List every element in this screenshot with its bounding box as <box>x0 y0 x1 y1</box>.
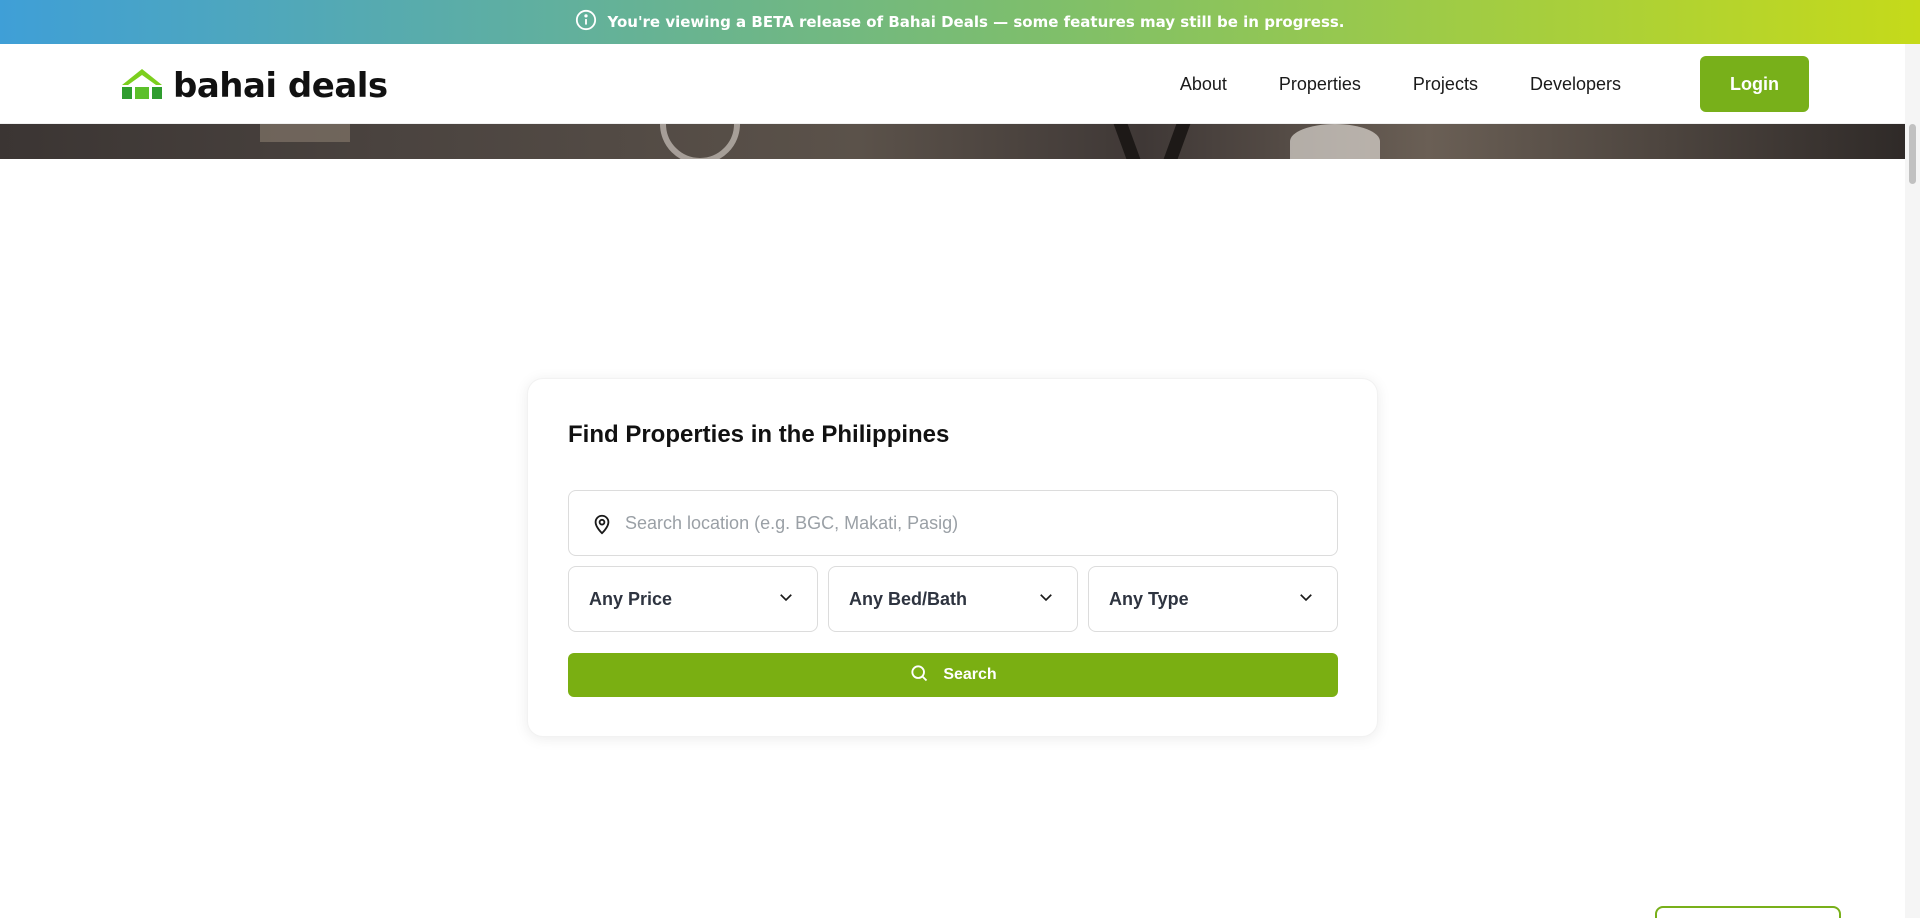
section-action-button[interactable] <box>1655 906 1841 918</box>
nav-about[interactable]: About <box>1154 74 1253 95</box>
search-button[interactable]: Search <box>568 653 1338 697</box>
location-search-input[interactable] <box>625 491 1325 555</box>
search-button-label: Search <box>943 666 997 683</box>
search-title: Find Properties in the Philippines <box>568 421 950 448</box>
login-button[interactable]: Login <box>1700 56 1809 112</box>
chevron-down-icon <box>777 588 795 610</box>
filter-row: Any Price Any Bed/Bath Any Type <box>568 566 1338 632</box>
logo[interactable]: bahai deals <box>117 66 388 106</box>
main-nav: About Properties Projects Developers <box>1154 44 1647 124</box>
nav-developers[interactable]: Developers <box>1504 74 1647 95</box>
search-card: Find Properties in the Philippines Any P… <box>527 378 1378 737</box>
info-icon <box>575 9 597 35</box>
hero-image <box>0 124 1905 159</box>
price-select-value: Any Price <box>589 588 673 609</box>
bed-bath-select-value: Any Bed/Bath <box>849 588 968 609</box>
type-select-value: Any Type <box>1109 588 1189 609</box>
house-logo-icon <box>117 67 167 105</box>
beta-banner: You're viewing a BETA release of Bahai D… <box>0 0 1920 44</box>
nav-properties[interactable]: Properties <box>1253 74 1387 95</box>
scrollbar[interactable] <box>1905 44 1920 918</box>
bed-bath-select[interactable]: Any Bed/Bath <box>828 566 1078 632</box>
nav-projects[interactable]: Projects <box>1387 74 1504 95</box>
type-select[interactable]: Any Type <box>1088 566 1338 632</box>
price-select[interactable]: Any Price <box>568 566 818 632</box>
beta-banner-text: You're viewing a BETA release of Bahai D… <box>607 13 1345 31</box>
scrollbar-thumb[interactable] <box>1909 124 1916 184</box>
location-search-field[interactable] <box>568 490 1338 556</box>
chevron-down-icon <box>1037 588 1055 610</box>
page: You're viewing a BETA release of Bahai D… <box>0 0 1920 918</box>
search-icon <box>909 663 929 688</box>
logo-text: bahai deals <box>173 66 388 106</box>
chevron-down-icon <box>1297 588 1315 610</box>
site-header: bahai deals About Properties Projects De… <box>0 44 1905 124</box>
